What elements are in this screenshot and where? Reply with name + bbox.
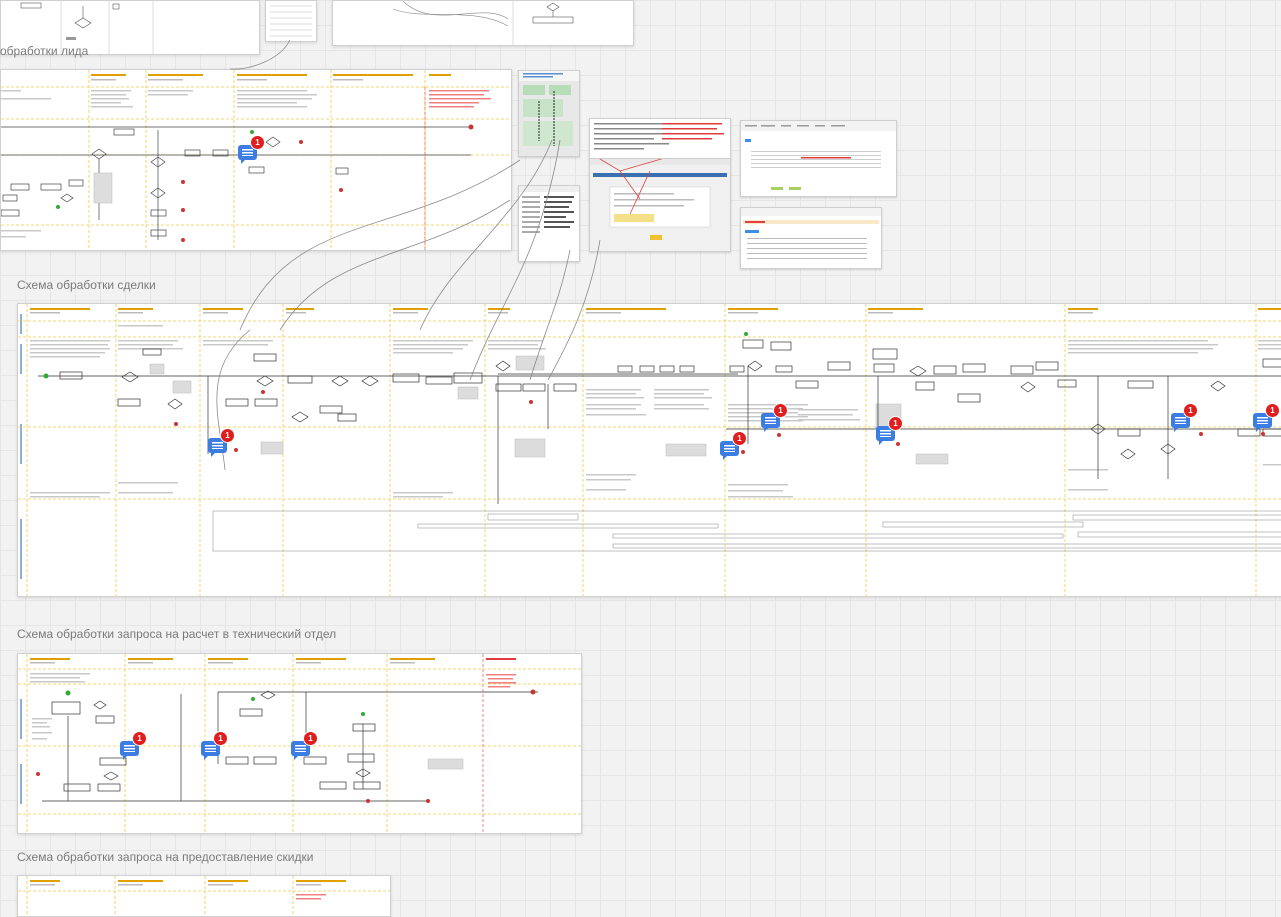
comment-count: 1 <box>773 403 788 418</box>
screenshot-thumbnail-1-content <box>519 71 579 146</box>
comment-count: 1 <box>220 428 235 443</box>
comment-badge[interactable]: 1 <box>120 731 147 760</box>
comment-count: 1 <box>132 731 147 746</box>
comment-count: 1 <box>1265 403 1280 418</box>
screenshot-thumbnail-5-content <box>741 121 896 190</box>
comment-count: 1 <box>1183 403 1198 418</box>
diagram-frame-top-center[interactable] <box>332 0 634 46</box>
comment-count: 1 <box>250 135 265 150</box>
section-title-tech-request: Схема обработки запроса на расчет в техн… <box>17 627 337 641</box>
comment-count: 1 <box>303 731 318 746</box>
screenshot-thumbnail-1[interactable] <box>518 70 580 157</box>
screenshot-thumbnail-4-content <box>590 159 730 240</box>
discount-request-diagram-frame[interactable] <box>17 875 391 917</box>
section-title-lead: обработки лида <box>0 44 89 58</box>
comment-badge[interactable]: 1 <box>208 428 235 457</box>
section-title-deal: Схема обработки сделки <box>17 278 156 292</box>
screenshot-thumbnail-2[interactable] <box>518 185 580 262</box>
diagram-top-center-content <box>392 1 574 45</box>
screenshot-thumbnail-2-content <box>519 186 579 233</box>
comment-badge[interactable]: 1 <box>761 403 788 432</box>
comment-badge[interactable]: 1 <box>1253 403 1280 432</box>
screenshot-thumbnail-3[interactable] <box>589 118 731 160</box>
comment-badge[interactable]: 1 <box>291 731 318 760</box>
comment-count: 1 <box>732 431 747 446</box>
comment-badge[interactable]: 1 <box>238 135 265 164</box>
comment-badge[interactable]: 1 <box>201 731 228 760</box>
screenshot-thumbnail-5[interactable] <box>740 120 897 197</box>
screenshot-thumbnail-3-content <box>594 123 724 150</box>
comment-count: 1 <box>888 416 903 431</box>
screenshot-thumbnail-6[interactable] <box>740 207 882 269</box>
comment-badge[interactable]: 1 <box>720 431 747 460</box>
comment-count: 1 <box>213 731 228 746</box>
deal-diagram-frame[interactable] <box>17 303 1281 597</box>
diagram-frame-top-small[interactable] <box>265 0 317 42</box>
comment-badge[interactable]: 1 <box>1171 403 1198 432</box>
screenshot-thumbnail-6-content <box>741 208 881 259</box>
diagram-top-small-content <box>270 5 312 37</box>
discount-request-diagram-content <box>18 876 390 916</box>
section-title-discount-request: Схема обработки запроса на предоставлени… <box>17 850 314 864</box>
comment-badge[interactable]: 1 <box>876 416 903 445</box>
screenshot-thumbnail-4[interactable] <box>589 158 731 252</box>
